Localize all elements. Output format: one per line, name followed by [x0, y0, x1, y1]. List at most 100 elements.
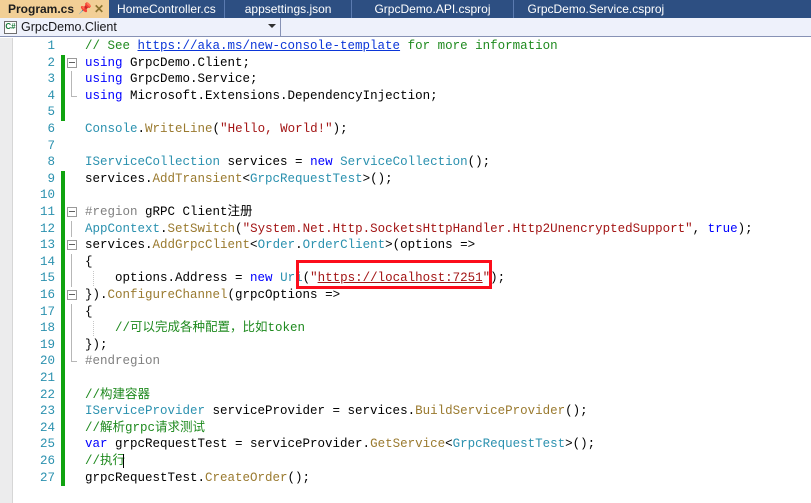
tab-label: GrpcDemo.Service.csproj [527, 2, 665, 16]
code-line[interactable]: 25 var grpcRequestTest = serviceProvider… [13, 436, 811, 453]
line-content: //可以完成各种配置，比如token [85, 321, 306, 336]
code-line[interactable]: 14 { [13, 253, 811, 271]
change-bar [61, 170, 65, 188]
collapse-region-icon[interactable] [67, 57, 77, 68]
change-bar [61, 370, 65, 387]
code-line[interactable]: 7 [13, 138, 811, 155]
close-icon[interactable]: ✕ [92, 1, 106, 17]
pin-icon[interactable]: 📌 [78, 1, 92, 17]
change-bar [61, 469, 65, 487]
line-number: 17 [39, 304, 55, 319]
line-content: var grpcRequestTest = serviceProvider.Ge… [85, 437, 596, 452]
code-line[interactable]: 15 options.Address = new Uri("https://lo… [13, 270, 811, 287]
line-number: 20 [39, 354, 55, 369]
code-line[interactable]: 24 //解析grpc请求测试 [13, 419, 811, 437]
tab-label: Program.cs [8, 2, 75, 16]
change-bar [61, 187, 65, 204]
tab-label: HomeController.cs [117, 2, 216, 16]
line-number: 22 [39, 387, 55, 402]
tab-grpcdemo-service-csproj[interactable]: GrpcDemo.Service.csproj [514, 0, 679, 18]
code-line[interactable]: 9 services.AddTransient<GrpcRequestTest>… [13, 170, 811, 188]
region-guide [71, 303, 72, 321]
scope-dropdown-value: GrpcDemo.Client [21, 20, 117, 34]
line-content: options.Address = new Uri("https://local… [85, 271, 506, 286]
code-line[interactable]: 2 using GrpcDemo.Client; [13, 54, 811, 72]
change-bar [61, 336, 65, 354]
change-bar [61, 453, 65, 470]
change-bar [61, 54, 65, 72]
code-line[interactable]: 18 //可以完成各种配置，比如token [13, 320, 811, 337]
line-content: grpcRequestTest.CreateOrder(); [85, 470, 311, 485]
tab-appsettings-json[interactable]: appsettings.json [225, 0, 353, 18]
change-bar [61, 71, 65, 88]
collapse-region-icon[interactable] [67, 240, 77, 251]
line-content: IServiceProvider serviceProvider = servi… [85, 404, 588, 419]
code-line[interactable]: 5 [13, 104, 811, 121]
code-line[interactable]: 27 grpcRequestTest.CreateOrder(); [13, 469, 811, 487]
tab-label: appsettings.json [244, 2, 332, 16]
code-line[interactable]: 21 [13, 370, 811, 387]
change-bar [61, 353, 65, 370]
member-dropdown[interactable] [281, 18, 811, 37]
tab-label: GrpcDemo.API.csproj [374, 2, 491, 16]
line-content: AppContext.SetSwitch("System.Net.Http.So… [85, 221, 753, 236]
code-line[interactable]: 22 //构建容器 [13, 386, 811, 404]
line-number: 18 [39, 321, 55, 336]
line-number: 27 [39, 470, 55, 485]
change-bar [61, 303, 65, 321]
tab-homecontroller-cs[interactable]: HomeController.cs [109, 0, 225, 18]
code-line[interactable]: 20 #endregion [13, 353, 811, 370]
line-content: //执行 [85, 454, 126, 468]
line-number: 8 [47, 155, 55, 170]
region-guide [71, 320, 72, 337]
code-editor[interactable]: 1 // See https://aka.ms/new-console-temp… [0, 38, 811, 503]
change-bar [61, 204, 65, 221]
code-line[interactable]: 17 { [13, 303, 811, 321]
code-line-current[interactable]: 26 //执行 [13, 453, 811, 503]
chevron-down-icon[interactable] [268, 23, 276, 28]
collapse-region-icon[interactable] [67, 290, 77, 300]
code-line[interactable]: 13 services.AddGrpcClient<Order.OrderCli… [13, 237, 811, 254]
document-tab-strip: Program.cs 📌 ✕ HomeController.cs appsett… [0, 0, 811, 19]
region-guide [71, 71, 72, 88]
line-content: { [85, 254, 93, 269]
collapse-region-icon[interactable] [67, 207, 77, 217]
code-line[interactable]: 23 IServiceProvider serviceProvider = se… [13, 403, 811, 420]
visual-studio-editor-window: Program.cs 📌 ✕ HomeController.cs appsett… [0, 0, 811, 503]
change-bar [61, 386, 65, 404]
line-number: 3 [47, 72, 55, 87]
code-line[interactable]: 1 // See https://aka.ms/new-console-temp… [13, 38, 811, 55]
change-bar [61, 87, 65, 105]
code-line[interactable]: 19 }); [13, 336, 811, 354]
line-number: 4 [47, 88, 55, 103]
selection-margin[interactable] [0, 38, 13, 503]
code-line[interactable]: 8 IServiceCollection services = new Serv… [13, 154, 811, 171]
tab-grpcdemo-api-csproj[interactable]: GrpcDemo.API.csproj [352, 0, 514, 18]
line-number: 23 [39, 404, 55, 419]
line-content: using GrpcDemo.Service; [85, 72, 258, 87]
line-number: 24 [39, 420, 55, 435]
region-guide [71, 336, 72, 354]
code-line[interactable]: 4 using Microsoft.Extensions.DependencyI… [13, 87, 811, 105]
line-number: 13 [39, 238, 55, 253]
code-line[interactable]: 3 using GrpcDemo.Service; [13, 71, 811, 88]
tab-program-cs[interactable]: Program.cs 📌 ✕ [0, 0, 110, 18]
change-bar [61, 287, 65, 304]
change-bar [61, 419, 65, 437]
code-line[interactable]: 11 #region gRPC Client注册 [13, 204, 811, 221]
change-bar [61, 320, 65, 337]
code-line[interactable]: 12 AppContext.SetSwitch("System.Net.Http… [13, 220, 811, 238]
change-bar [61, 220, 65, 238]
line-number: 25 [39, 437, 55, 452]
change-bar [61, 253, 65, 271]
code-line[interactable]: 10 [13, 187, 811, 204]
region-guide [71, 353, 77, 363]
url-link[interactable]: https://aka.ms/new-console-template [138, 39, 401, 53]
code-line[interactable]: 16 }).ConfigureChannel(grpcOptions => [13, 287, 811, 304]
line-content: #region gRPC Client注册 [85, 205, 253, 219]
scope-dropdown[interactable]: C# GrpcDemo.Client [0, 17, 281, 37]
code-line[interactable]: 6 Console.WriteLine("Hello, World!"); [13, 121, 811, 138]
line-content: using Microsoft.Extensions.DependencyInj… [85, 88, 438, 103]
code-lines-container[interactable]: 1 // See https://aka.ms/new-console-temp… [13, 38, 811, 503]
line-content: // See https://aka.ms/new-console-templa… [85, 39, 558, 53]
